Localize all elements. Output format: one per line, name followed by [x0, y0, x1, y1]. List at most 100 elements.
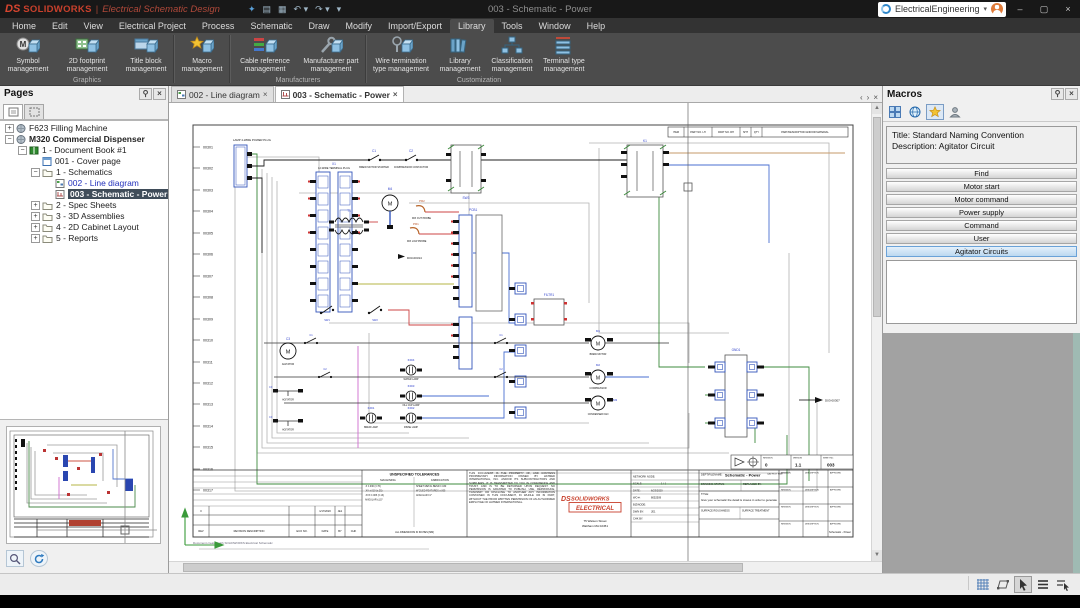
macro-group-power-supply[interactable]: Power supply [886, 207, 1077, 218]
library-management-button[interactable]: Library management [434, 33, 486, 77]
minimize-button[interactable]: – [1008, 0, 1032, 18]
menu-electrical-project[interactable]: Electrical Project [111, 19, 194, 33]
print-icon[interactable]: ▦ [278, 4, 287, 15]
account-chip[interactable]: ElectricalEngineering ▾ [877, 1, 1006, 17]
restore-button[interactable]: ▢ [1032, 0, 1056, 18]
svg-text:.XX ±.010 (±.25): .XX ±.010 (±.25) [365, 490, 383, 493]
cable-reference-management-button[interactable]: Cable reference management [232, 33, 298, 77]
grid-toggle-button[interactable] [974, 576, 992, 593]
globe-view-button[interactable] [906, 104, 924, 120]
expander-icon[interactable]: − [5, 134, 14, 144]
manufacturer-part-management-button[interactable]: Manufacturer part management [298, 33, 364, 77]
classification-management-button[interactable]: Classification management [486, 33, 538, 77]
component-k1[interactable]: K1 [621, 139, 669, 198]
hscroll-thumb[interactable] [183, 563, 743, 572]
tree-item-spec-sheets[interactable]: + 2 - Spec Sheets [0, 200, 168, 211]
tree-item-schematic-power[interactable]: 003 - Schematic - Power [0, 189, 168, 200]
wire-termination-management-button[interactable]: Wire termination type management [368, 33, 434, 77]
tab-pages-view[interactable] [3, 103, 23, 119]
menu-import-export[interactable]: Import/Export [380, 19, 450, 33]
tree-item-cover-page[interactable]: 001 - Cover page [0, 156, 168, 167]
snap-toggle-button[interactable] [994, 576, 1012, 593]
expander-icon[interactable]: − [18, 145, 27, 155]
tree-item-reports[interactable]: + 5 - Reports [0, 233, 168, 244]
tab-close-icon[interactable]: × [873, 93, 878, 102]
horizontal-scrollbar[interactable] [169, 561, 882, 573]
expander-icon[interactable]: + [31, 211, 40, 221]
pin-icon[interactable]: ⚲ [139, 87, 152, 100]
schematic-drawing[interactable]: 00301 00302 00303 00304 00305 00306 0030… [169, 103, 871, 561]
macro-group-motor-start[interactable]: Motor start [886, 181, 1077, 192]
undo-icon[interactable]: ↶ ▾ [294, 4, 309, 15]
close-icon[interactable]: × [153, 87, 166, 100]
vscroll-thumb[interactable] [873, 117, 881, 317]
menu-schematic[interactable]: Schematic [242, 19, 300, 33]
drawing-canvas[interactable]: 00301 00302 00303 00304 00305 00306 0030… [169, 103, 882, 561]
component-sw3[interactable]: SW3 [446, 144, 486, 200]
footprint-management-button[interactable]: 2D footprint management [54, 33, 120, 77]
close-icon[interactable]: × [1065, 88, 1078, 100]
cover-page-icon [42, 156, 52, 166]
macro-group-motor-command[interactable]: Motor command [886, 194, 1077, 205]
close-icon[interactable]: × [263, 90, 268, 99]
tree-item-label: 002 - Line diagram [68, 178, 139, 189]
save-icon[interactable]: ▤ [263, 4, 272, 15]
close-button[interactable]: × [1056, 0, 1080, 18]
layers-button[interactable] [1034, 576, 1052, 593]
refresh-button[interactable] [30, 550, 48, 567]
macro-group-find[interactable]: Find [886, 168, 1077, 179]
tab-scroll-right-icon[interactable]: › [867, 93, 870, 102]
expander-icon[interactable]: + [31, 200, 40, 210]
macro-group-agitator-circuits[interactable]: Agitator Circuits [886, 246, 1077, 257]
customize-qat-icon[interactable]: ▾ [337, 4, 342, 15]
tab-line-diagram[interactable]: 002 - Line diagram × [171, 86, 274, 102]
user-view-button[interactable] [946, 104, 964, 120]
terminal-type-management-button[interactable]: Terminal type management [538, 33, 590, 77]
tree-item-m320[interactable]: − M320 Commercial Dispenser [0, 134, 168, 145]
svg-text:FILTR1: FILTR1 [544, 293, 555, 297]
symbol-management-button[interactable]: M Symbol management [2, 33, 54, 77]
tree-item-document-book[interactable]: − 1 - Document Book #1 [0, 145, 168, 156]
expander-icon[interactable]: + [31, 222, 40, 232]
svg-text:DRAWING STATUS:: DRAWING STATUS: [701, 482, 725, 486]
menu-view[interactable]: View [76, 19, 111, 33]
menu-help[interactable]: Help [579, 19, 614, 33]
expander-icon[interactable]: + [31, 233, 40, 243]
expander-icon[interactable]: + [5, 123, 14, 133]
macro-content-area[interactable] [886, 260, 1077, 324]
macro-group-command[interactable]: Command [886, 220, 1077, 231]
tab-schematic-power[interactable]: 003 - Schematic - Power × [274, 86, 404, 102]
menu-edit[interactable]: Edit [44, 19, 76, 33]
menu-window[interactable]: Window [531, 19, 579, 33]
menu-modify[interactable]: Modify [337, 19, 380, 33]
tree-item-3d-assemblies[interactable]: + 3 - 3D Assemblies [0, 211, 168, 222]
select-mode-button[interactable] [1014, 576, 1032, 593]
tree-item-schematics-folder[interactable]: − 1 - Schematics [0, 167, 168, 178]
tree-item-2d-cabinet[interactable]: + 4 - 2D Cabinet Layout [0, 222, 168, 233]
macro-management-button[interactable]: Macro management [176, 33, 228, 84]
tiles-view-button[interactable] [886, 104, 904, 120]
pin-icon[interactable]: ⚲ [1051, 88, 1064, 100]
title-block-management-button[interactable]: Title block management [120, 33, 172, 77]
select-tool-icon[interactable]: ✦ [248, 4, 256, 15]
tree-item-line-diagram[interactable]: 002 - Line diagram [0, 178, 168, 189]
expander-icon[interactable]: − [31, 167, 40, 177]
zoom-preview-button[interactable] [6, 550, 24, 567]
avatar[interactable] [991, 3, 1003, 15]
ribbon-group-manufacturers: Cable reference management Manufacturer … [232, 33, 364, 85]
menu-library[interactable]: Library [450, 19, 494, 33]
menu-draw[interactable]: Draw [300, 19, 337, 33]
tab-components-view[interactable] [24, 103, 44, 119]
menu-process[interactable]: Process [194, 19, 243, 33]
tab-scroll-left-icon[interactable]: ‹ [860, 93, 863, 102]
close-icon[interactable]: × [393, 90, 398, 99]
menu-home[interactable]: Home [4, 19, 44, 33]
macro-group-user[interactable]: User [886, 233, 1077, 244]
redo-icon[interactable]: ↷ ▾ [315, 4, 330, 15]
thumbnail-preview[interactable] [6, 426, 161, 544]
favorites-view-button[interactable] [926, 104, 944, 120]
menu-tools[interactable]: Tools [494, 19, 531, 33]
selection-filter-button[interactable] [1054, 576, 1072, 593]
tree-item-f623[interactable]: + F623 Filling Machine [0, 123, 168, 134]
vertical-scrollbar[interactable]: ▲ ▼ [871, 103, 882, 561]
